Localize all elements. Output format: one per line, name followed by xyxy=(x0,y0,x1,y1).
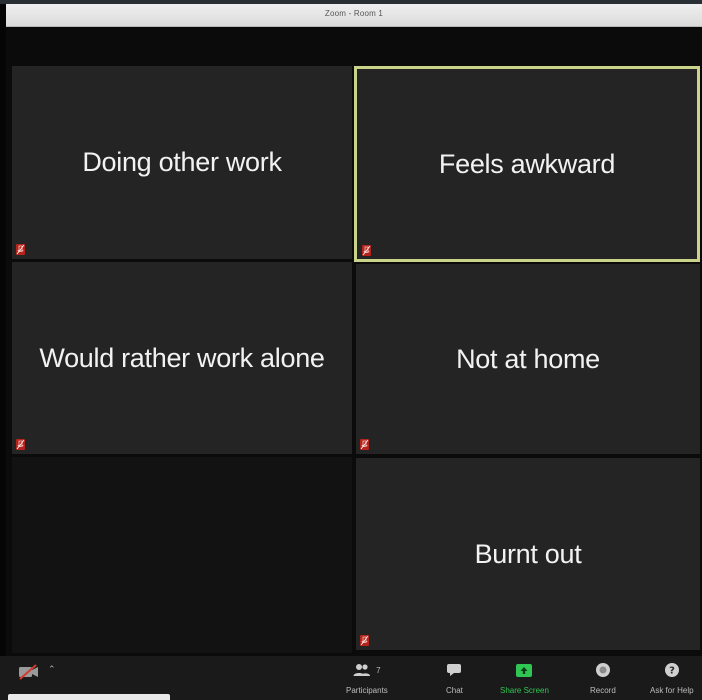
empty-grid-slot xyxy=(12,457,352,653)
muted-mic-icon xyxy=(360,439,369,450)
participant-tile-burnt-out[interactable]: Burnt out xyxy=(356,458,700,650)
share-screen-label: Share Screen xyxy=(500,686,549,695)
chat-icon xyxy=(446,660,462,680)
participant-name: Feels awkward xyxy=(438,148,616,179)
muted-mic-icon xyxy=(16,244,25,255)
participant-name: Would rather work alone xyxy=(39,342,325,373)
participant-name: Doing other work xyxy=(82,147,282,177)
participant-tile-feels-awkward[interactable]: Feels awkward xyxy=(354,66,700,262)
video-off-icon xyxy=(18,664,40,685)
record-button[interactable]: Record xyxy=(590,660,616,695)
chat-label: Chat xyxy=(446,686,463,695)
muted-mic-icon xyxy=(362,245,371,256)
title-bar[interactable]: Zoom - Room 1 xyxy=(6,4,702,27)
muted-mic-icon xyxy=(360,635,369,646)
participants-count: 7 xyxy=(376,665,381,675)
svg-text:?: ? xyxy=(669,666,675,677)
participant-name: Burnt out xyxy=(474,538,582,569)
start-video-button[interactable]: ⌃ xyxy=(18,664,56,685)
muted-mic-icon xyxy=(16,439,25,450)
window-edge xyxy=(0,4,6,700)
ask-for-help-label: Ask for Help xyxy=(650,686,694,695)
share-screen-icon xyxy=(515,660,533,680)
participant-tile-doing-other-work[interactable]: Doing other work xyxy=(12,66,352,259)
participants-button[interactable]: 7 Participants xyxy=(346,660,388,695)
help-icon: ? xyxy=(664,660,680,680)
chat-button[interactable]: Chat xyxy=(446,660,463,695)
video-options-chevron-icon[interactable]: ⌃ xyxy=(48,664,56,675)
window-title: Zoom - Room 1 xyxy=(324,9,384,18)
participant-name: Not at home xyxy=(456,343,600,374)
participants-label: Participants xyxy=(346,686,388,695)
participant-tile-not-at-home[interactable]: Not at home xyxy=(356,264,700,454)
ask-for-help-button[interactable]: ? Ask for Help xyxy=(650,660,694,695)
share-screen-button[interactable]: Share Screen xyxy=(500,660,549,695)
tooltip xyxy=(8,694,170,700)
participant-tile-would-rather-work-alone[interactable]: Would rather work alone xyxy=(12,262,352,454)
record-icon xyxy=(595,660,611,680)
record-label: Record xyxy=(590,686,616,695)
participants-icon: 7 xyxy=(353,660,381,680)
zoom-window: Zoom - Room 1 Doing other work Feels awk… xyxy=(0,0,702,700)
